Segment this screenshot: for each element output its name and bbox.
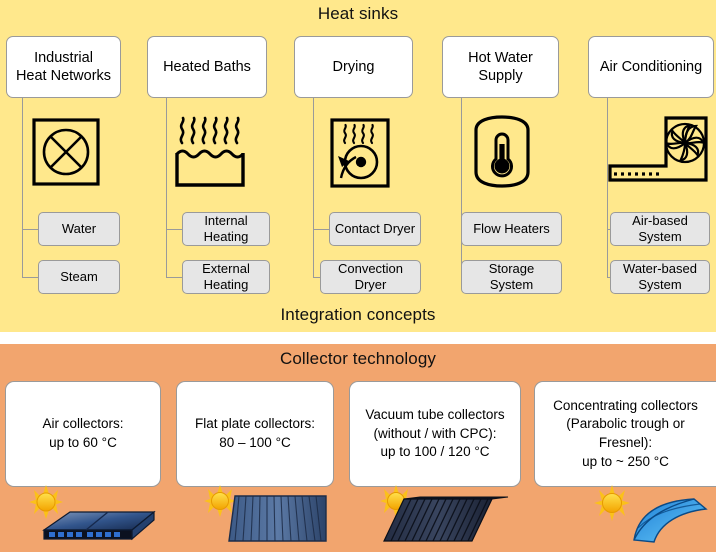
tree-trunk-2 [166,98,167,278]
subitem-label-line2: Heating [203,229,249,244]
card-title-line1: Air Conditioning [599,58,703,75]
collector-card-air-collectors[interactable]: Air collectors: up to 60 °C [5,381,161,487]
collector-line2: 80 – 100 °C [219,435,291,450]
tree-branch-3-1 [313,229,329,230]
subitem-label-line1: Storage [488,261,535,277]
collector-line1: Flat plate collectors: [194,416,316,432]
subitem-label-line1: Flow Heaters [473,221,550,237]
heat-sink-card-drying[interactable]: Drying [294,36,413,98]
subitem-convection-dryer[interactable]: Convection Dryer [320,260,421,294]
card-title-line1: Heated Baths [163,58,251,75]
subitem-label: Steam [60,269,98,285]
subitem-contact-dryer[interactable]: Contact Dryer [329,212,421,246]
heat-sink-card-hot-water-supply[interactable]: Hot Water Supply [442,36,559,98]
subitem-label-line2: Heating [203,277,249,292]
subitem-label-line2: System [638,277,682,292]
heat-sink-card-industrial-heat-networks[interactable]: Industrial Heat Networks [6,36,121,98]
tree-trunk-1 [22,98,23,278]
band-divider [0,332,716,344]
subitem-water[interactable]: Water [38,212,120,246]
tree-branch-1-1 [22,229,38,230]
subitem-label-line1: Contact Dryer [334,221,416,237]
heated-bath-icon [172,115,254,194]
flat-plate-collector-illustration [202,485,332,552]
collector-technology-title: Collector technology [279,349,437,368]
collector-card-concentrating-collectors[interactable]: Concentrating collectors (Parabolic trou… [534,381,716,487]
subitem-internal-heating[interactable]: Internal Heating [182,212,270,246]
tree-branch-1-2 [22,277,38,278]
vacuum-tube-collector-illustration [380,485,520,552]
subitem-label-line2: System [638,229,682,244]
tree-branch-2-2 [166,277,182,278]
collector-line2: (Parabolic trough or [566,416,685,432]
subitem-label-line1: Air-based [632,213,688,229]
subitem-label-line1: Convection [337,261,404,277]
heat-sink-card-heated-baths[interactable]: Heated Baths [147,36,267,98]
heat-sink-card-air-conditioning[interactable]: Air Conditioning [588,36,714,98]
tree-trunk-4 [461,98,462,278]
air-collector-illustration [24,485,164,552]
air-conditioning-fan-icon [606,114,710,193]
collector-line2: (without / with CPC): [373,425,497,441]
collector-line1: Vacuum tube collectors [365,407,505,423]
subitem-label-line1: Water-based [623,261,697,277]
tree-branch-2-1 [166,229,182,230]
subitem-label-line2: Dryer [354,277,387,292]
tree-trunk-3 [313,98,314,278]
card-title-line1: Industrial [34,49,93,66]
subitem-label-line2: System [489,277,534,292]
subitem-external-heating[interactable]: External Heating [182,260,270,294]
subitem-water-based-system[interactable]: Water-based System [610,260,710,294]
subitem-flow-heaters[interactable]: Flow Heaters [461,212,562,246]
card-title-line2: Supply [478,68,523,84]
card-title-line1: Hot Water [468,49,533,66]
subitem-steam[interactable]: Steam [38,260,120,294]
collector-line1: Concentrating collectors [553,397,698,413]
heat-exchanger-icon [31,117,101,192]
collector-card-vacuum-tube-collectors[interactable]: Vacuum tube collectors (without / with C… [349,381,521,487]
subitem-label: Water [61,221,97,237]
collector-line3: up to 100 / 120 °C [380,444,490,460]
subitem-storage-system[interactable]: Storage System [461,260,562,294]
sun-icon [29,485,63,519]
diagram-root: Heat sinks Integration concepts Collecto… [0,0,716,552]
concentrating-collector-illustration [588,485,716,552]
collector-line1: Air collectors: [42,416,124,432]
integration-concepts-title: Integration concepts [280,305,436,324]
collector-line3: Fresnel): [598,435,653,450]
collector-card-flat-plate-collectors[interactable]: Flat plate collectors: 80 – 100 °C [176,381,334,487]
card-title-line1: Drying [332,58,375,75]
collector-line4: up to ~ 250 °C [582,453,669,469]
subitem-air-based-system[interactable]: Air-based System [610,212,710,246]
sun-icon [204,485,236,517]
card-title-line2: Heat Networks [15,68,112,84]
collector-line2: up to 60 °C [49,435,117,450]
subitem-label-line1: Internal [204,213,248,229]
sun-icon [594,485,630,521]
subitem-label-line1: External [202,261,250,277]
water-tank-thermometer-icon [470,114,534,195]
dryer-drum-icon [329,117,391,194]
heat-sinks-title: Heat sinks [317,4,399,23]
